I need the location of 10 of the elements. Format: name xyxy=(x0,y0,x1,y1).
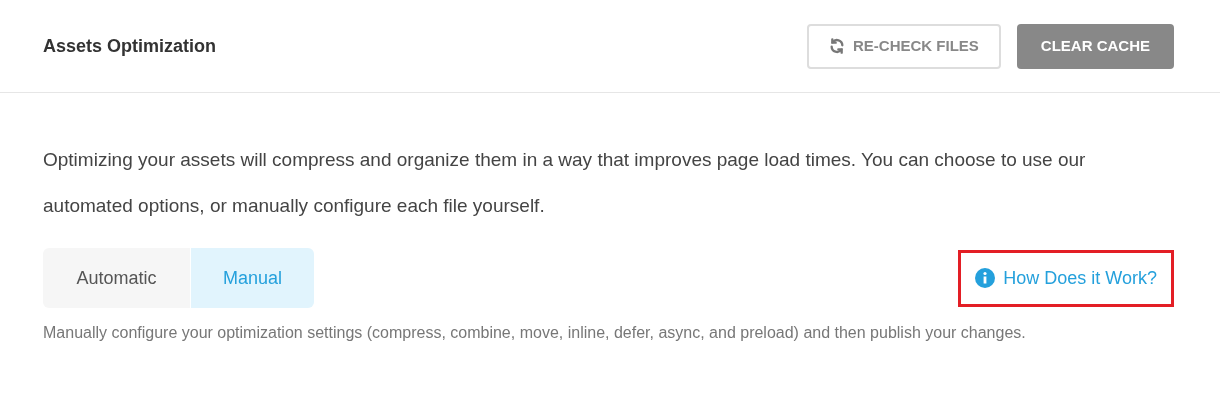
info-icon xyxy=(975,268,996,288)
description: Optimizing your assets will compress and organize them in a way that improves page load times. You can choose to use our automated options, or manually configure each file yourself. xyxy=(43,148,1087,218)
clear-cache-button[interactable]: CLEAR CACHE xyxy=(1016,23,1174,69)
recheck-files-button[interactable]: RE-CHECK FILES xyxy=(807,23,1001,69)
mode-tab[interactable]: Automatic xyxy=(43,248,191,308)
how-it-works-link[interactable]: How Does it Work? xyxy=(958,249,1174,307)
tab-description: Manually configure your optimization settings (compress, combine, move, inline, defer, async, and preload) and then publish your changes. xyxy=(43,323,1027,343)
mode-tab[interactable]: Manual xyxy=(191,248,314,308)
refresh-icon xyxy=(829,38,845,54)
section-title: Assets Optimization xyxy=(43,34,217,58)
